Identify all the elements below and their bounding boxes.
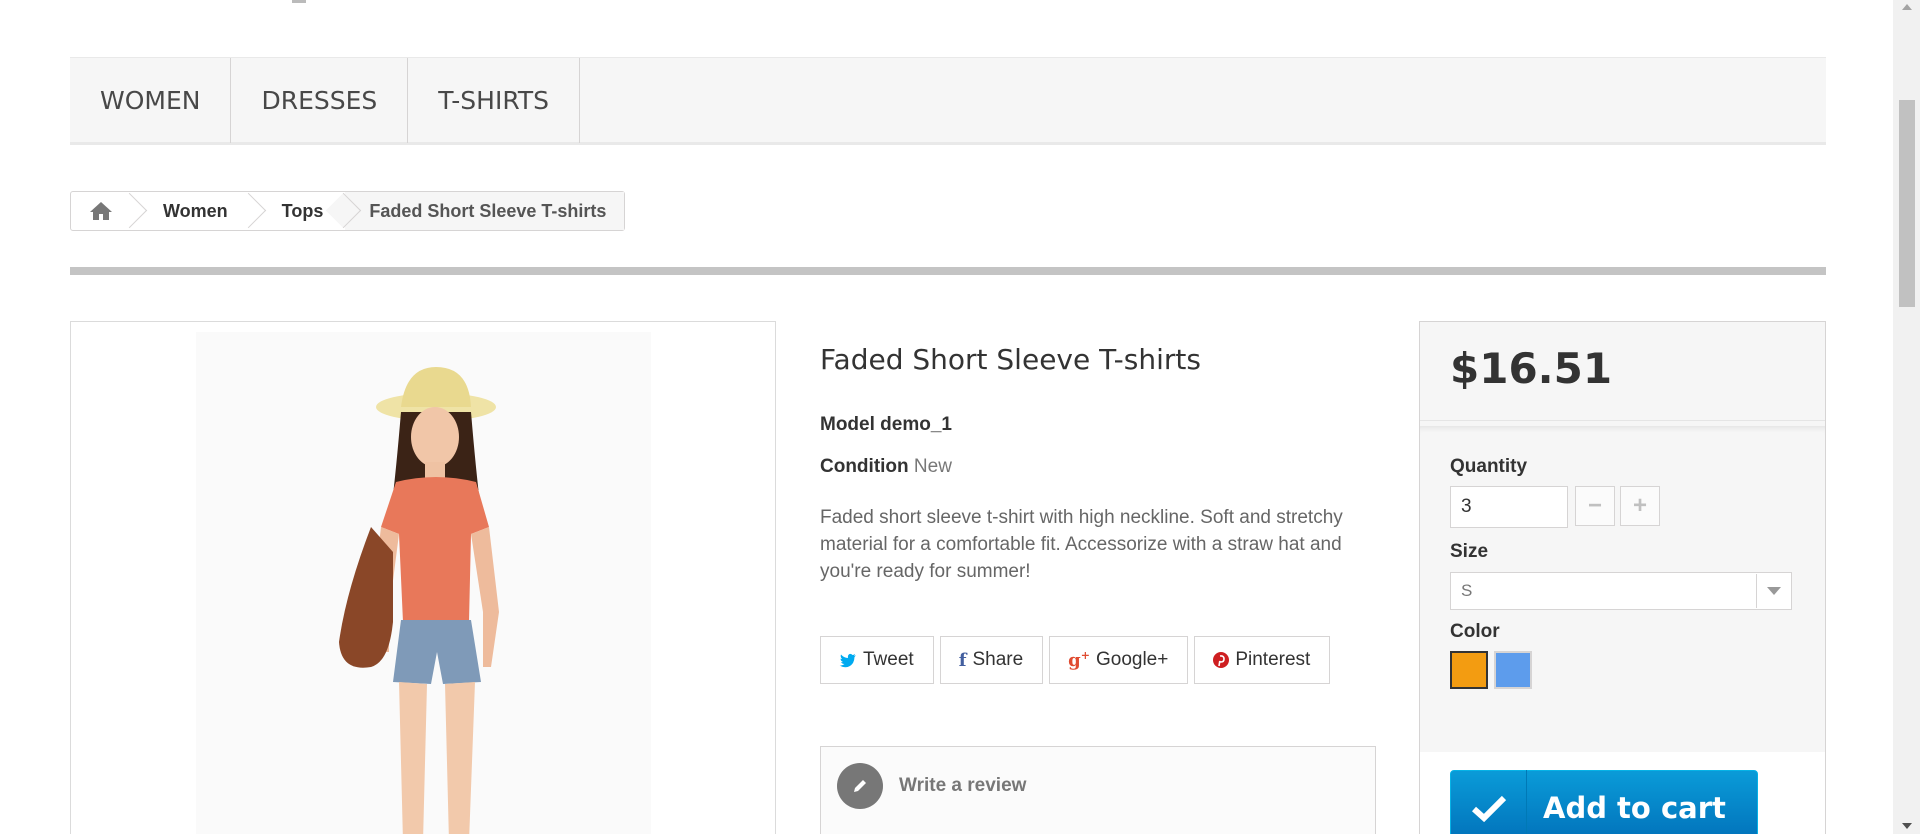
facebook-icon: f [958, 649, 967, 671]
google-plus-icon: g+ [1068, 649, 1090, 671]
product-photo [196, 332, 651, 834]
product-options: Quantity 3 − + Size S Color [1420, 426, 1825, 746]
review-box: Write a review [820, 746, 1376, 834]
minus-icon: − [1587, 492, 1602, 519]
home-icon [90, 202, 112, 220]
scroll-down-icon[interactable] [1902, 823, 1912, 829]
pinterest-button[interactable]: Pinterest [1194, 636, 1331, 684]
social-sharing: Tweet f Share g+ Google+ Pinterest [820, 636, 1331, 684]
page-scrollbar[interactable] [1893, 0, 1920, 834]
quantity-increase-button[interactable]: + [1620, 486, 1660, 526]
pencil-icon [837, 763, 883, 809]
add-to-cart-label: Add to cart [1543, 791, 1726, 825]
color-swatch-orange[interactable] [1450, 651, 1488, 689]
checkmark-icon [1451, 770, 1527, 834]
size-value: S [1461, 581, 1473, 600]
write-review-link[interactable]: Write a review [837, 763, 1026, 809]
nav-dresses[interactable]: DRESSES [231, 58, 409, 143]
add-to-cart-button[interactable]: Add to cart [1450, 770, 1758, 834]
scroll-up-icon[interactable] [1902, 4, 1912, 10]
share-button[interactable]: f Share [939, 636, 1044, 684]
product-info: Faded Short Sleeve T-shirts Model demo_1… [820, 343, 1380, 585]
scrollbar-thumb[interactable] [1899, 100, 1915, 307]
condition-value: New [913, 456, 952, 477]
nav-tshirts[interactable]: T-SHIRTS [408, 58, 581, 143]
product-condition: Condition New [820, 456, 1380, 478]
breadcrumb-current: Faded Short Sleeve T-shirts [345, 192, 625, 230]
condition-label: Condition [820, 456, 909, 477]
tweet-label: Tweet [863, 649, 914, 670]
plus-icon: + [1632, 492, 1647, 519]
quantity-decrease-button[interactable]: − [1575, 486, 1615, 526]
chevron-down-icon [1756, 574, 1790, 608]
pinterest-icon [1213, 652, 1230, 668]
price-area: $16.51 [1420, 322, 1825, 421]
top-menu: WOMEN DRESSES T-SHIRTS [70, 57, 1826, 145]
color-label: Color [1450, 621, 1500, 642]
product-image[interactable] [70, 321, 776, 834]
share-label: Share [972, 649, 1024, 670]
product-model: Model demo_1 [820, 414, 952, 435]
size-label: Size [1450, 541, 1489, 562]
write-review-label: Write a review [899, 775, 1027, 796]
size-select[interactable]: S [1450, 572, 1792, 610]
buy-box: $16.51 Quantity 3 − + Size S Color Add t… [1419, 321, 1826, 834]
breadcrumb: Women Tops Faded Short Sleeve T-shirts [70, 191, 626, 231]
product-title: Faded Short Sleeve T-shirts [820, 343, 1201, 376]
twitter-icon [839, 653, 856, 667]
product-description: Faded short sleeve t-shirt with high nec… [820, 507, 1343, 582]
google-plus-button[interactable]: g+ Google+ [1049, 636, 1189, 684]
nav-women[interactable]: WOMEN [70, 58, 232, 143]
cart-area: Add to cart [1420, 752, 1825, 834]
section-divider [70, 267, 1826, 275]
tweet-button[interactable]: Tweet [820, 636, 934, 684]
pinterest-label: Pinterest [1235, 649, 1311, 670]
quantity-label: Quantity [1450, 456, 1528, 477]
color-swatch-blue[interactable] [1494, 651, 1532, 689]
quantity-input[interactable]: 3 [1450, 486, 1568, 528]
header-remnant [292, 0, 306, 3]
product-price: $16.51 [1450, 344, 1613, 393]
google-plus-label: Google+ [1095, 649, 1169, 670]
